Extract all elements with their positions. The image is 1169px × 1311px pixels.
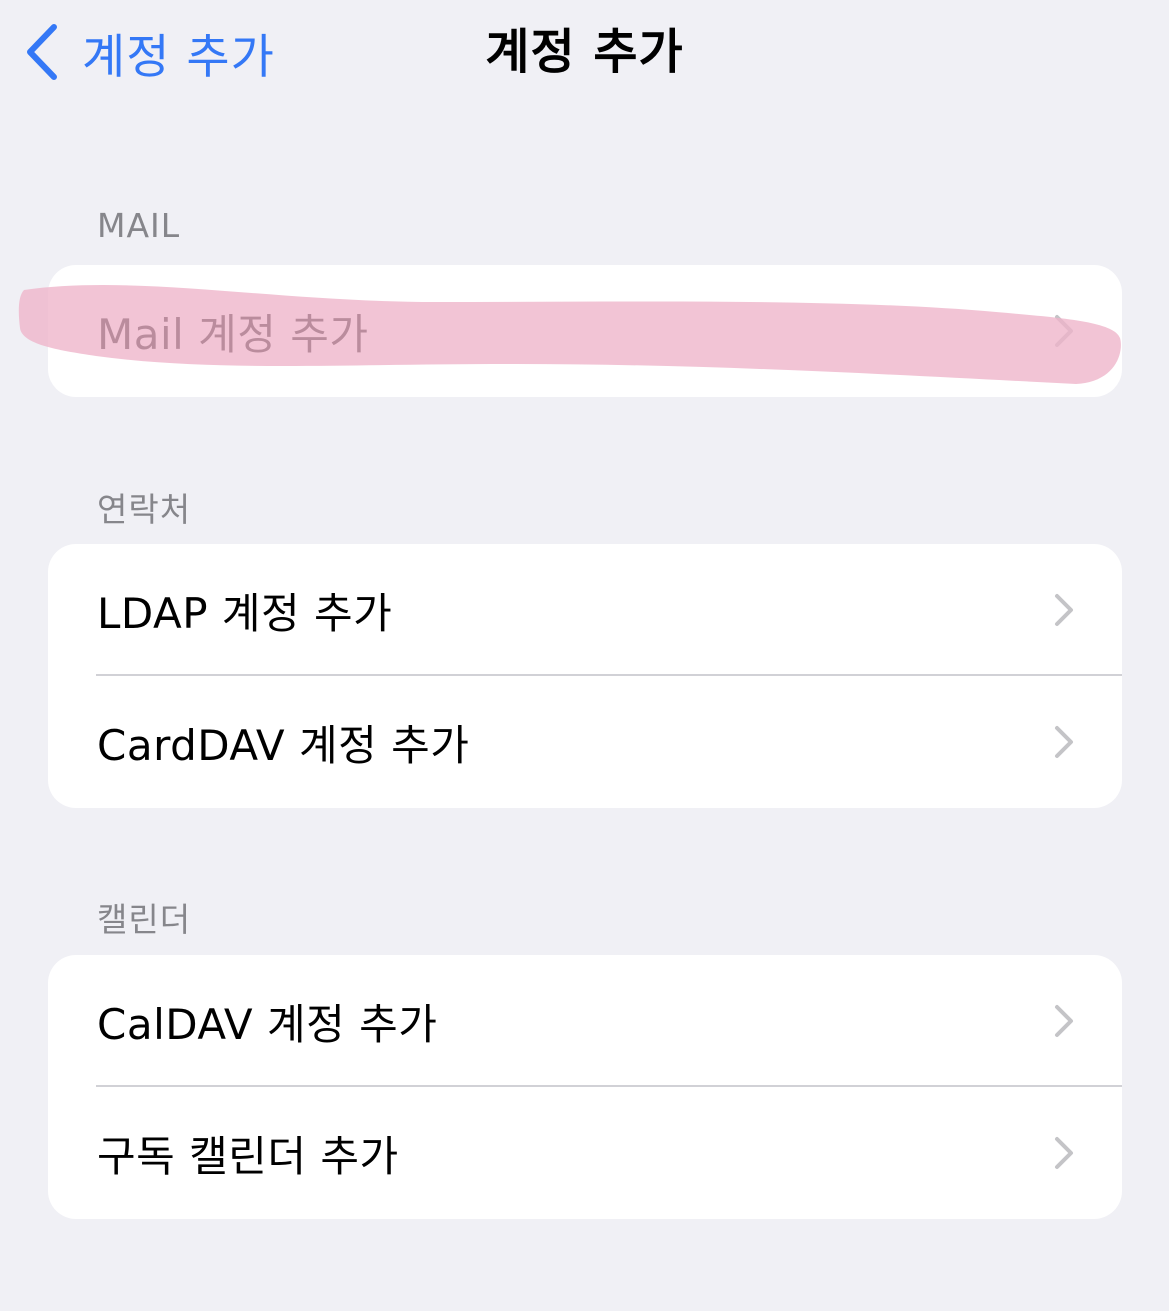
row-label: Mail 계정 추가 <box>97 309 369 359</box>
add-carddav-account-row[interactable]: CardDAV 계정 추가 <box>48 676 1122 808</box>
add-caldav-account-row[interactable]: CalDAV 계정 추가 <box>48 955 1122 1087</box>
add-ldap-account-row[interactable]: LDAP 계정 추가 <box>48 544 1122 676</box>
back-button[interactable]: 계정 추가 <box>24 20 275 85</box>
mail-group: Mail 계정 추가 <box>48 265 1122 397</box>
navigation-bar: 계정 추가 계정 추가 <box>0 0 1169 110</box>
row-label: CalDAV 계정 추가 <box>97 999 438 1049</box>
section-header-contacts: 연락처 <box>97 490 192 529</box>
chevron-right-icon <box>1055 1005 1073 1037</box>
chevron-right-icon <box>1055 1137 1073 1169</box>
back-button-label: 계정 추가 <box>82 29 275 85</box>
chevron-left-icon <box>24 23 60 81</box>
chevron-right-icon <box>1055 594 1073 626</box>
add-subscribed-calendar-row[interactable]: 구독 캘린더 추가 <box>48 1087 1122 1219</box>
section-header-mail: MAIL <box>97 206 181 245</box>
row-label: LDAP 계정 추가 <box>97 588 393 638</box>
chevron-right-icon <box>1055 726 1073 758</box>
calendar-group: CalDAV 계정 추가 구독 캘린더 추가 <box>48 955 1122 1219</box>
row-label: CardDAV 계정 추가 <box>97 720 470 770</box>
section-header-calendar: 캘린더 <box>97 900 192 939</box>
chevron-right-icon <box>1055 315 1073 347</box>
row-label: 구독 캘린더 추가 <box>97 1131 399 1181</box>
contacts-group: LDAP 계정 추가 CardDAV 계정 추가 <box>48 544 1122 808</box>
add-mail-account-row[interactable]: Mail 계정 추가 <box>48 265 1122 397</box>
